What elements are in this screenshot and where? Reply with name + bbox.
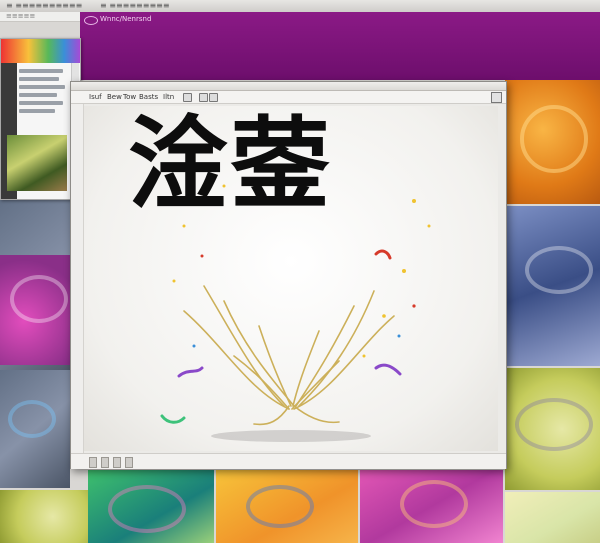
background-tile <box>0 490 88 543</box>
mini-browser-header <box>1 39 80 63</box>
background-tile <box>360 470 503 543</box>
left-gutter <box>71 104 84 453</box>
mini-browser-window[interactable] <box>0 38 81 200</box>
background-tile <box>505 368 600 490</box>
background-tile <box>505 80 600 204</box>
banner-title: Wnnc/Nenrsnd <box>100 15 152 23</box>
menu-item-2[interactable]: Bew <box>107 92 122 102</box>
window-title-bar[interactable] <box>71 82 506 91</box>
thumbnail-image[interactable] <box>7 135 67 191</box>
background-tile <box>216 470 358 543</box>
header-banner: Wnnc/Nenrsnd <box>80 12 600 80</box>
menu-item-4[interactable]: Basts <box>139 92 158 102</box>
toolbar-icon[interactable] <box>209 93 218 102</box>
logo-icon[interactable] <box>84 16 98 25</box>
background-tile <box>505 492 600 543</box>
window-menu-bar: Isuf Bew Tow Basts Iltn <box>71 91 506 104</box>
list-item <box>19 93 57 97</box>
artwork-calligraphy: 淦蓥 <box>128 105 332 223</box>
window-control-icon[interactable] <box>491 92 502 103</box>
status-icon <box>113 457 121 468</box>
top-bar-left-text: ≡ ≡≡≡≡≡≡≡≡≡≡ <box>6 1 83 10</box>
status-icon <box>101 457 109 468</box>
menu-item-3[interactable]: Tow <box>123 92 136 102</box>
status-icon <box>125 457 133 468</box>
background-tile <box>505 206 600 366</box>
secondary-menu-text: ≡≡≡≡≡ <box>6 12 36 20</box>
window-status-bar <box>71 453 506 469</box>
status-icon <box>89 457 97 468</box>
list-item <box>19 85 65 89</box>
top-bar-mid-text: ≡ ≡≡≡≡≡≡≡≡≡ <box>100 1 170 10</box>
list-item <box>19 109 55 113</box>
menu-item-1[interactable]: Isuf <box>89 92 102 102</box>
toolbar-icon[interactable] <box>183 93 192 102</box>
background-tile <box>0 370 70 488</box>
menu-item-5[interactable]: Iltn <box>163 92 174 102</box>
background-tile <box>0 255 80 365</box>
list-item <box>19 101 63 105</box>
list-item <box>19 77 59 81</box>
list-item <box>19 69 63 73</box>
background-tile <box>88 470 214 543</box>
toolbar-icon[interactable] <box>199 93 208 102</box>
